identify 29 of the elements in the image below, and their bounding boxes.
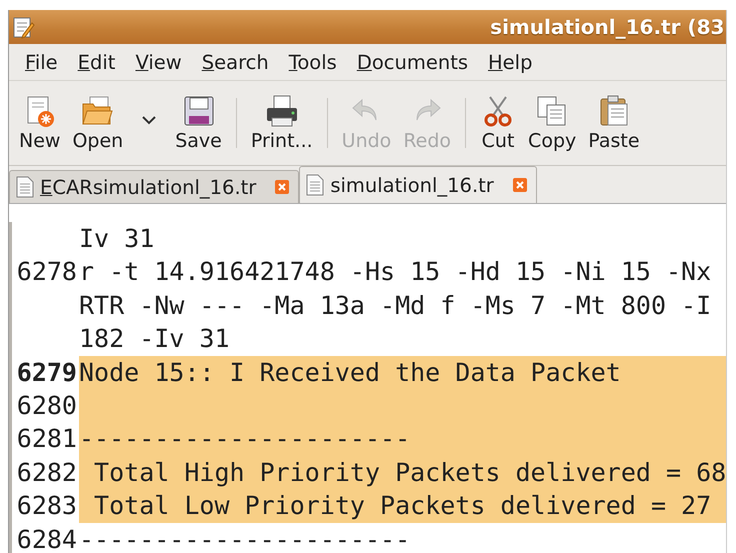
menu-item[interactable]: View [125, 50, 192, 74]
window-title: simulationl_16.tr (83. [490, 15, 726, 39]
close-icon[interactable] [512, 177, 528, 193]
text-line: ---------------------- [79, 524, 412, 553]
document-tab[interactable]: simulationl_16.tr [299, 166, 537, 203]
close-icon[interactable] [274, 179, 290, 195]
text-editor-icon [11, 15, 35, 39]
menu-item[interactable]: Documents [346, 50, 478, 74]
text-editor[interactable] [9, 204, 726, 553]
menu-item[interactable]: Edit [68, 50, 126, 74]
save-button[interactable]: Save [169, 94, 228, 152]
copy-button[interactable]: Copy [522, 94, 582, 152]
new-button[interactable]: New [13, 94, 66, 152]
text-line: r -t 14.916421748 -Hs 15 -Hd 15 -Ni 15 -Nx [79, 256, 712, 288]
document-icon [16, 176, 34, 198]
paste-button[interactable]: Paste [582, 94, 646, 152]
text-line: RTR -Nw --- -Ma 13a -Md f -Ms 7 -Mt 800 -I [79, 290, 712, 322]
menu-item[interactable]: Tools [278, 50, 347, 74]
open-button[interactable]: Open [66, 94, 130, 152]
text-line: 182 -Iv 31 [79, 323, 231, 356]
cut-button[interactable]: Cut [474, 94, 522, 152]
print-button[interactable]: Print... [244, 94, 319, 152]
text-line: Iv 31 [79, 223, 156, 255]
menu-item[interactable]: Help [478, 50, 542, 74]
menu-item[interactable]: Search [192, 50, 279, 74]
document-tab[interactable]: ECARsimulationl_16.tr [9, 170, 300, 203]
line-number: 6284 [9, 522, 79, 553]
menu-item[interactable]: File [15, 50, 68, 74]
document-icon [306, 174, 324, 196]
